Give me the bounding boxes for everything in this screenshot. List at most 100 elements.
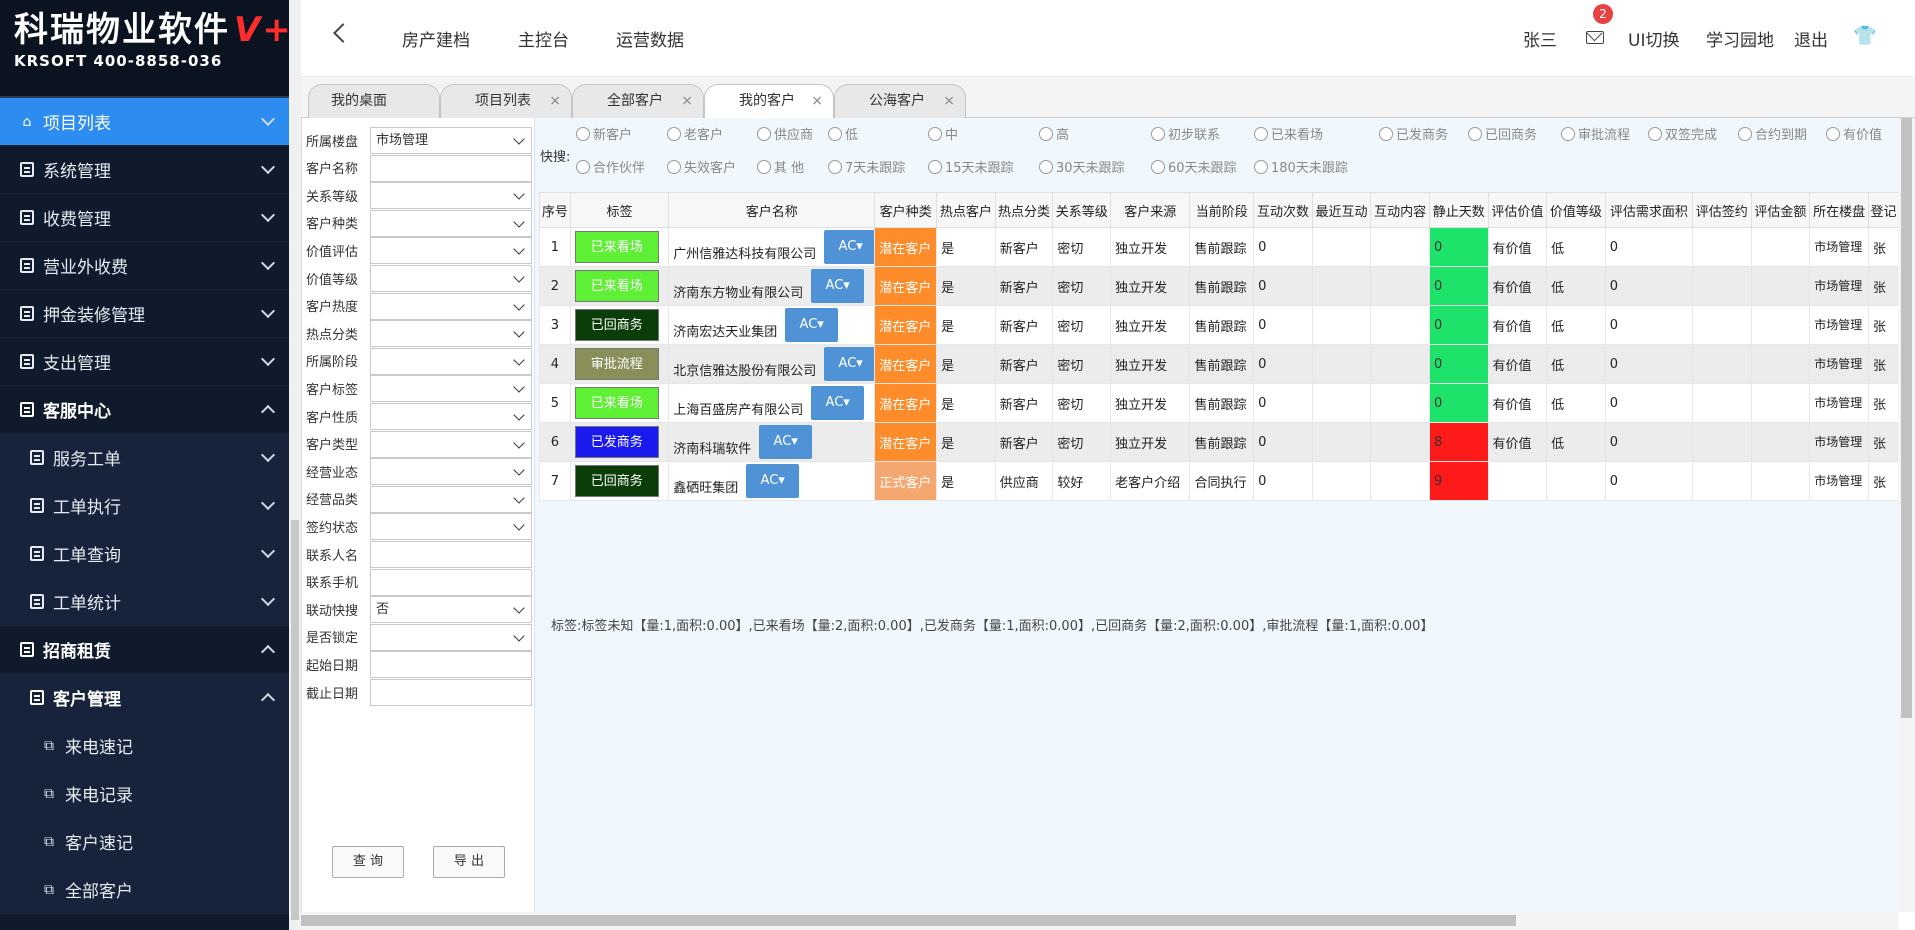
mail-icon[interactable] [1586, 31, 1604, 44]
radio-icon[interactable] [1254, 126, 1268, 141]
radio-icon[interactable] [667, 126, 681, 141]
filter-select[interactable] [370, 347, 532, 375]
tag-button[interactable]: 已来看场 [574, 387, 659, 419]
customer-name[interactable]: 广州信雅达科技有限公司 [673, 243, 816, 262]
radio-icon[interactable] [757, 159, 771, 174]
quick-option[interactable]: 180天未跟踪 [1254, 157, 1348, 176]
ac-dropdown-button[interactable]: AC▾ [824, 347, 874, 381]
quick-option[interactable]: 其 他 [757, 157, 804, 176]
customer-name[interactable]: 济南东方物业有限公司 [673, 282, 803, 301]
radio-icon[interactable] [928, 126, 942, 141]
sidebar-item-other-charges[interactable]: 营业外收费 [0, 242, 289, 290]
sidebar-scrollbar[interactable] [289, 0, 301, 930]
filter-select[interactable] [370, 292, 532, 320]
quick-option[interactable]: 失效客户 [667, 157, 736, 176]
tab-my-desktop[interactable]: 我的桌面 [308, 84, 440, 118]
radio-icon[interactable] [1151, 159, 1165, 174]
radio-icon[interactable] [1039, 126, 1053, 141]
ui-switch-link[interactable]: UI切换 [1628, 26, 1679, 51]
filter-input[interactable] [370, 568, 532, 596]
quick-option[interactable]: 初步联系 [1151, 124, 1220, 143]
vertical-scroll-thumb[interactable] [1901, 118, 1912, 718]
tab-public-customers[interactable]: 公海客户 × [834, 84, 966, 118]
sidebar-item-customer-mgmt[interactable]: 客户管理 [0, 674, 289, 722]
filter-select[interactable] [370, 237, 532, 265]
filter-select[interactable] [370, 182, 532, 210]
quick-option[interactable]: 中 [928, 124, 958, 143]
tag-button[interactable]: 已发商务 [574, 426, 659, 458]
customer-name[interactable]: 上海百盛房产有限公司 [673, 399, 803, 418]
table-row[interactable]: 5 已来看场 上海百盛房产有限公司 AC▾ 潜在客户是新客户 密切 独立开发 售前跟踪 0 0 有价… [539, 383, 1899, 423]
filter-select[interactable] [370, 485, 532, 513]
filter-select[interactable] [370, 623, 532, 651]
quick-option[interactable]: 供应商 [757, 124, 813, 143]
radio-icon[interactable] [757, 126, 771, 141]
sidebar-item-call-notes[interactable]: ⧉ 来电速记 [0, 722, 289, 770]
radio-icon[interactable] [1738, 126, 1752, 141]
export-button[interactable]: 导 出 [433, 846, 505, 878]
quick-option[interactable]: 新客户 [576, 124, 632, 143]
quick-option[interactable]: 合约到期 [1738, 124, 1807, 143]
nav-operations-data[interactable]: 运营数据 [616, 26, 684, 51]
tag-button[interactable]: 已来看场 [574, 270, 659, 302]
radio-icon[interactable] [1561, 126, 1575, 141]
close-icon[interactable]: × [549, 85, 561, 117]
filter-select[interactable] [370, 458, 532, 486]
filter-select[interactable] [370, 430, 532, 458]
tag-button[interactable]: 审批流程 [574, 348, 659, 380]
filter-input[interactable] [370, 541, 532, 568]
radio-icon[interactable] [1468, 126, 1482, 141]
table-row[interactable]: 4 审批流程 北京信雅达股份有限公司 AC▾ 潜在客户是新客户 密切 独立开发 售前跟踪 0 0 有… [539, 344, 1899, 384]
filter-select[interactable] [370, 265, 532, 292]
filter-select[interactable] [370, 375, 532, 403]
quick-option[interactable]: 审批流程 [1561, 124, 1630, 143]
tab-project-list[interactable]: 项目列表 × [440, 84, 572, 118]
horizontal-scroll-thumb[interactable] [301, 915, 1516, 926]
ac-dropdown-button[interactable]: AC▾ [759, 425, 813, 459]
quick-option[interactable]: 双签完成 [1648, 124, 1717, 143]
customer-name[interactable]: 济南宏达天业集团 [673, 321, 777, 340]
logout-link[interactable]: 退出 [1794, 26, 1828, 51]
tag-button[interactable]: 已来看场 [574, 231, 659, 263]
radio-icon[interactable] [1039, 159, 1053, 174]
radio-icon[interactable] [928, 159, 942, 174]
filter-select[interactable]: 市场管理 [370, 127, 532, 154]
table-row[interactable]: 7 已回商务 鑫硒旺集团 AC▾ 正式客户是供应商 较好 老客户介绍 合同执行 0 9 0 市场管理张 [539, 461, 1899, 501]
shirt-icon[interactable]: 👕 [1853, 24, 1877, 47]
radio-icon[interactable] [1826, 126, 1840, 141]
sidebar-item-system[interactable]: 系统管理 [0, 146, 289, 194]
close-icon[interactable]: × [811, 85, 823, 117]
table-row[interactable]: 3 已回商务 济南宏达天业集团 AC▾ 潜在客户是新客户 密切 独立开发 售前跟踪 0 0 有价值低… [539, 305, 1899, 345]
radio-icon[interactable] [1151, 126, 1165, 141]
sidebar-scroll-thumb[interactable] [291, 520, 299, 920]
sidebar-item-deposit[interactable]: 押金装修管理 [0, 290, 289, 338]
ac-dropdown-button[interactable]: AC▾ [746, 464, 800, 498]
learning-link[interactable]: 学习园地 [1706, 26, 1774, 51]
filter-input[interactable] [370, 679, 532, 706]
tag-button[interactable]: 已回商务 [574, 309, 659, 341]
tab-my-customers[interactable]: 我的客户 × [704, 84, 834, 118]
sidebar-item-service-orders[interactable]: 服务工单 [0, 434, 289, 482]
quick-option[interactable]: 有价值 [1826, 124, 1882, 143]
sidebar-item-charges[interactable]: 收费管理 [0, 194, 289, 242]
filter-select[interactable] [370, 403, 532, 430]
sidebar-item-customer-notes[interactable]: ⧉ 客户速记 [0, 818, 289, 866]
ac-dropdown-button[interactable]: AC▾ [785, 308, 839, 342]
quick-option[interactable]: 已回商务 [1468, 124, 1537, 143]
radio-icon[interactable] [576, 126, 590, 141]
sidebar-item-order-stats[interactable]: 工单统计 [0, 578, 289, 626]
quick-option[interactable]: 15天未跟踪 [928, 157, 1014, 176]
radio-icon[interactable] [828, 159, 842, 174]
nav-building-records[interactable]: 房产建档 [402, 26, 470, 51]
quick-option[interactable]: 60天未跟踪 [1151, 157, 1237, 176]
tag-button[interactable]: 已回商务 [574, 465, 659, 497]
filter-input[interactable] [370, 651, 532, 679]
radio-icon[interactable] [576, 159, 590, 174]
close-icon[interactable]: × [681, 85, 693, 117]
filter-select[interactable]: 否 [370, 596, 532, 624]
nav-console[interactable]: 主控台 [518, 26, 569, 51]
quick-option[interactable]: 已发商务 [1379, 124, 1448, 143]
radio-icon[interactable] [828, 126, 842, 141]
sidebar-item-call-records[interactable]: ⧉ 来电记录 [0, 770, 289, 818]
filter-select[interactable] [370, 320, 532, 348]
